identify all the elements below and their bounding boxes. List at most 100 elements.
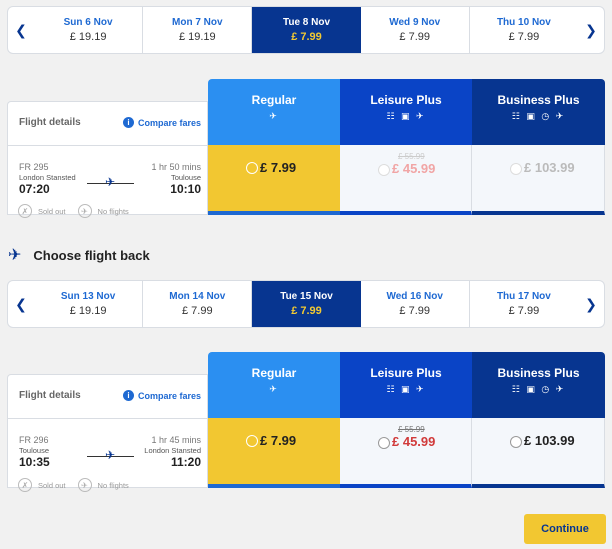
arrival-time: 10:10 — [170, 182, 201, 196]
fare-option-business[interactable]: £ 103.99 — [472, 418, 605, 488]
flight-duration: 1 hr 45 mins — [151, 435, 201, 445]
legend-label: No flights — [97, 206, 129, 216]
fare-name: Regular — [251, 93, 297, 107]
fare-header: Regular ✈ — [208, 352, 340, 418]
date-option[interactable]: Sun 6 Nov £ 19.19 — [34, 7, 144, 53]
plane-icon: ✈ — [105, 175, 116, 189]
date-price: £ 7.99 — [508, 31, 540, 43]
date-price: £ 7.99 — [291, 31, 322, 43]
next-dates-button[interactable]: ❯ — [578, 7, 604, 53]
old-price: £ 55.99 — [398, 425, 425, 434]
prev-dates-button[interactable]: ❮ — [8, 281, 34, 327]
date-price: £ 7.99 — [182, 305, 213, 317]
fare-name: Regular — [251, 366, 297, 380]
fare-business-plus: Business Plus ☷ ▣ ◷ ✈ £ 103.99 — [472, 352, 605, 493]
legend-label: Sold out — [38, 480, 66, 490]
date-option-selected[interactable]: Tue 8 Nov £ 7.99 — [252, 7, 361, 53]
sold-out-icon: ✗ — [18, 204, 32, 218]
fare-name: Leisure Plus — [370, 93, 442, 107]
compare-fares-link[interactable]: i Compare fares — [122, 390, 201, 401]
date-label: Mon 14 Nov — [169, 291, 226, 302]
compare-fares-link[interactable]: i Compare fares — [122, 117, 201, 128]
fare-header: Regular ✈ — [208, 79, 340, 145]
origin-airport: London Stansted — [19, 173, 76, 182]
date-label: Wed 9 Nov — [389, 17, 441, 28]
prev-dates-button[interactable]: ❮ — [8, 7, 34, 53]
fare-price: £ 7.99 — [260, 433, 297, 448]
legend-sold-out: ✗ Sold out — [18, 204, 66, 218]
fare-name: Business Plus — [497, 93, 580, 107]
fare-radio[interactable] — [246, 162, 258, 174]
fare-price: £ 103.99 — [524, 433, 575, 448]
fare-regular: Regular ✈ £ 7.99 — [208, 79, 340, 220]
fare-features-icons: ☷ ▣ ◷ ✈ — [511, 384, 566, 394]
compare-fares-label: Compare fares — [137, 117, 201, 128]
fare-option-regular[interactable]: £ 7.99 — [208, 418, 340, 488]
flight-duration: 1 hr 50 mins — [151, 162, 201, 172]
chevron-right-icon: ❯ — [585, 21, 597, 38]
date-label: Tue 15 Nov — [280, 291, 333, 302]
fare-option-leisure[interactable]: £ 55.99 £ 45.99 — [340, 418, 472, 488]
date-option-selected[interactable]: Tue 15 Nov £ 7.99 — [252, 281, 361, 327]
outbound-date-carousel: ❮ Sun 6 Nov £ 19.19 Mon 7 Nov £ 19.19 Tue … — [7, 6, 605, 54]
flight-details-title: Flight details — [19, 117, 81, 128]
destination-airport: Toulouse — [170, 173, 201, 182]
fare-business-plus: Business Plus ☷ ▣ ◷ ✈ £ 103.99 — [472, 79, 605, 220]
fare-radio[interactable] — [510, 436, 522, 448]
fare-header: Leisure Plus ☷ ▣ ✈ — [340, 352, 472, 418]
date-label: Thu 10 Nov — [496, 17, 551, 28]
arrival-time: 11:20 — [170, 455, 201, 469]
departure-time: 07:20 — [19, 182, 50, 196]
fare-header: Business Plus ☷ ▣ ◷ ✈ — [472, 352, 605, 418]
legend-no-flights: ✈ No flights — [77, 478, 129, 492]
fare-price: £ 103.99 — [524, 160, 575, 175]
fare-option-business[interactable]: £ 103.99 — [472, 145, 605, 215]
plane-return-icon: ✈ — [8, 247, 22, 264]
fare-radio[interactable] — [378, 164, 390, 176]
flight-number: FR 295 — [19, 162, 49, 172]
fare-features-icons: ☷ ▣ ✈ — [386, 384, 426, 394]
date-price: £ 7.99 — [508, 305, 540, 317]
fare-leisure-plus: Leisure Plus ☷ ▣ ✈ £ 55.99 £ 45.99 — [340, 352, 472, 493]
outbound-fare-panel: Flight details i Compare fares FR 295 Lon… — [7, 79, 605, 224]
date-price: £ 7.99 — [399, 31, 430, 43]
return-section-title: ✈ Choose flight back — [8, 245, 150, 265]
date-price: £ 19.19 — [178, 31, 216, 43]
continue-button[interactable]: Continue — [524, 514, 606, 544]
date-price: £ 19.19 — [69, 31, 107, 43]
date-option[interactable]: Mon 14 Nov £ 7.99 — [143, 281, 253, 327]
fare-price: £ 45.99 — [392, 161, 436, 176]
date-option[interactable]: Wed 16 Nov £ 7.99 — [361, 281, 470, 327]
fare-option-regular[interactable]: £ 7.99 — [208, 145, 340, 215]
fare-price: £ 7.99 — [260, 160, 297, 175]
date-option[interactable]: Thu 10 Nov £ 7.99 — [470, 7, 578, 53]
fare-option-leisure[interactable]: £ 55.99 £ 45.99 — [340, 145, 472, 215]
legend-no-flights: ✈ No flights — [77, 204, 129, 218]
date-option[interactable]: Thu 17 Nov £ 7.99 — [470, 281, 578, 327]
no-flights-icon: ✈ — [77, 478, 92, 492]
compare-fares-label: Compare fares — [137, 390, 201, 401]
next-dates-button[interactable]: ❯ — [578, 281, 604, 327]
flight-details-header: Flight details i Compare fares — [7, 101, 208, 145]
date-option[interactable]: Wed 9 Nov £ 7.99 — [361, 7, 470, 53]
fare-name: Business Plus — [497, 366, 580, 380]
return-title: Choose flight back — [33, 247, 150, 263]
date-option[interactable]: Mon 7 Nov £ 19.19 — [143, 7, 253, 53]
info-icon: i — [122, 117, 134, 128]
availability-legend: ✗ Sold out ✈ No flights — [18, 204, 141, 218]
availability-legend: ✗ Sold out ✈ No flights — [18, 478, 141, 492]
origin-airport: Toulouse — [19, 446, 50, 455]
fare-radio[interactable] — [510, 163, 522, 175]
fare-radio[interactable] — [378, 437, 390, 449]
old-price: £ 55.99 — [398, 152, 425, 161]
plane-icon: ✈ — [269, 111, 279, 121]
date-price: £ 19.19 — [69, 305, 107, 317]
sold-out-icon: ✗ — [18, 478, 32, 492]
date-option[interactable]: Sun 13 Nov £ 19.19 — [34, 281, 144, 327]
fare-header: Business Plus ☷ ▣ ◷ ✈ — [472, 79, 605, 145]
fare-radio[interactable] — [246, 435, 258, 447]
flight-number: FR 296 — [19, 435, 49, 445]
fare-name: Leisure Plus — [370, 366, 442, 380]
fare-leisure-plus: Leisure Plus ☷ ▣ ✈ £ 55.99 £ 45.99 — [340, 79, 472, 220]
fare-price: £ 45.99 — [392, 434, 436, 449]
